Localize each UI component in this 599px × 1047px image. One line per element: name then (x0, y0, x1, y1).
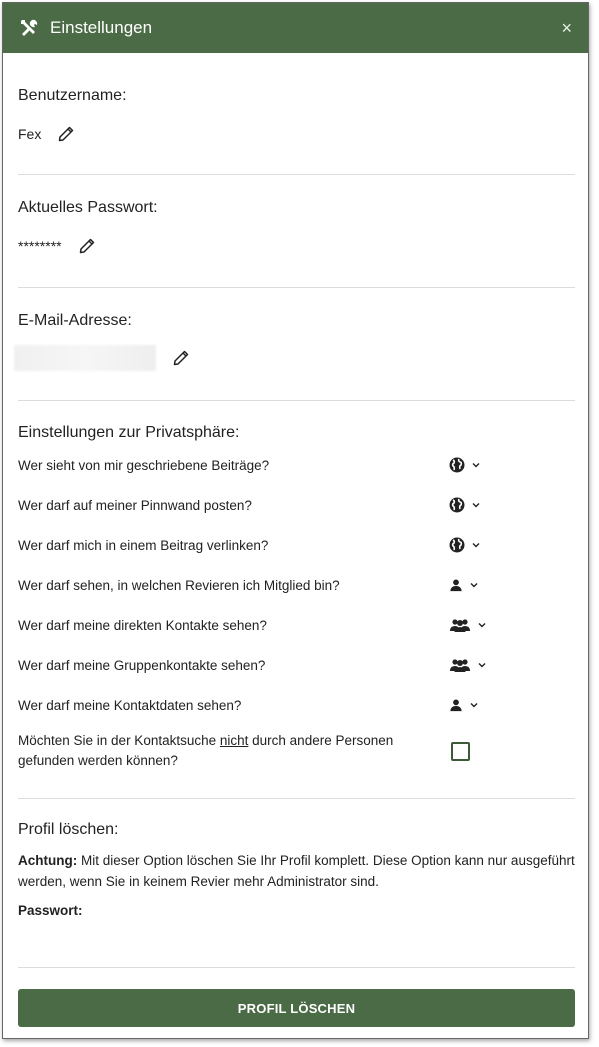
privacy-row: Wer darf auf meiner Pinnwand posten? (18, 485, 575, 525)
username-label: Benutzername: (18, 87, 127, 104)
email-section: E-Mail-Adresse: (14, 288, 575, 401)
privacy-question: Wer darf meine Gruppenkontakte sehen? (18, 657, 266, 673)
visibility-dropdown[interactable] (449, 698, 479, 712)
privacy-question: Wer darf mich in einem Beitrag verlinken… (18, 537, 269, 553)
globe-icon (449, 457, 465, 473)
password-label: Aktuelles Passwort: (18, 199, 158, 216)
globe-icon (449, 537, 465, 553)
hide-from-search-checkbox[interactable] (451, 741, 470, 761)
privacy-question: Wer darf meine Kontaktdaten sehen? (18, 697, 242, 713)
privacy-question: Wer darf meine direkten Kontakte sehen? (18, 617, 267, 633)
delete-warning: Achtung: Mit dieser Option löschen Sie I… (18, 850, 575, 892)
visibility-dropdown[interactable] (449, 578, 479, 592)
visibility-dropdown[interactable] (449, 537, 481, 553)
visibility-dropdown[interactable] (449, 617, 487, 633)
email-row (14, 345, 575, 371)
settings-dialog: Einstellungen × Benutzername: Fex Aktuel… (2, 2, 589, 1039)
delete-profile-section: Profil löschen: Achtung: Mit dieser Opti… (18, 799, 575, 968)
email-value-redacted (14, 345, 156, 371)
globe-icon (449, 497, 465, 513)
contact-search-question: Möchten Sie in der Kontaktsuche nicht du… (18, 731, 449, 771)
privacy-row: Wer darf mich in einem Beitrag verlinken… (18, 525, 575, 565)
privacy-question: Wer darf auf meiner Pinnwand posten? (18, 497, 252, 513)
delete-profile-title: Profil löschen: (18, 821, 119, 838)
email-label: E-Mail-Adresse: (18, 312, 132, 329)
privacy-row: Wer darf meine Gruppenkontakte sehen? (18, 645, 575, 685)
username-row: Fex (18, 125, 575, 143)
privacy-row: Wer darf meine Kontaktdaten sehen? (18, 685, 575, 725)
contact-search-emphasis: nicht (219, 733, 249, 748)
warning-text: Mit dieser Option löschen Sie Ihr Profil… (18, 853, 575, 889)
password-value: ******** (18, 238, 62, 254)
visibility-dropdown[interactable] (449, 657, 487, 673)
tools-icon (19, 18, 39, 38)
user-icon (449, 578, 463, 592)
chevron-down-icon (477, 620, 487, 630)
chevron-down-icon (469, 580, 479, 590)
privacy-question: Wer sieht von mir geschriebene Beiträge? (18, 457, 270, 473)
privacy-list: Wer sieht von mir geschriebene Beiträge?… (18, 445, 575, 725)
footer: PROFIL LÖSCHEN (18, 968, 575, 1027)
warning-label: Achtung: (18, 853, 78, 868)
contact-search-row: Möchten Sie in der Kontaktsuche nicht du… (18, 731, 575, 771)
visibility-dropdown[interactable] (449, 497, 481, 513)
edit-email-icon[interactable] (172, 349, 190, 367)
username-section: Benutzername: Fex (18, 53, 575, 175)
privacy-row: Wer darf meine direkten Kontakte sehen? (18, 605, 575, 645)
password-section: Aktuelles Passwort: ******** (18, 175, 575, 288)
password-row: ******** (18, 237, 575, 255)
username-value: Fex (18, 126, 42, 142)
privacy-row: Wer sieht von mir geschriebene Beiträge? (18, 445, 575, 485)
user-icon (449, 698, 463, 712)
chevron-down-icon (477, 660, 487, 670)
users-icon (449, 657, 471, 673)
close-button[interactable]: × (561, 19, 572, 37)
privacy-question: Wer darf sehen, in welchen Revieren ich … (18, 577, 340, 593)
delete-profile-button[interactable]: PROFIL LÖSCHEN (18, 989, 575, 1027)
contact-search-text-1: Möchten Sie in der Kontaktsuche (18, 733, 220, 748)
chevron-down-icon (469, 700, 479, 710)
dialog-header: Einstellungen × (3, 3, 588, 53)
chevron-down-icon (471, 540, 481, 550)
edit-username-icon[interactable] (57, 125, 75, 143)
password-field-label: Passwort: (18, 903, 83, 918)
privacy-section: Einstellungen zur Privatsphäre: Wer sieh… (18, 401, 575, 799)
visibility-dropdown[interactable] (449, 457, 481, 473)
chevron-down-icon (471, 500, 481, 510)
dialog-title: Einstellungen (50, 18, 153, 37)
users-icon (449, 617, 471, 633)
edit-password-icon[interactable] (78, 237, 96, 255)
privacy-title: Einstellungen zur Privatsphäre: (18, 424, 240, 441)
privacy-row: Wer darf sehen, in welchen Revieren ich … (18, 565, 575, 605)
settings-content: Benutzername: Fex Aktuelles Passwort: **… (3, 53, 588, 1027)
chevron-down-icon (471, 460, 481, 470)
